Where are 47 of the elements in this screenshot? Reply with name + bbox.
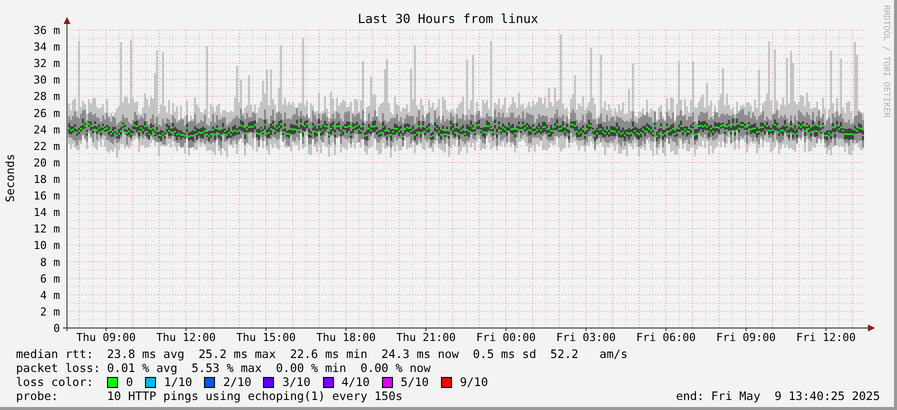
- legend-value: 10 HTTP pings using echoping(1) every 150s: [107, 389, 403, 403]
- y-tick-label: 14 m: [34, 206, 60, 220]
- x-tick-label: Fri 03:00: [556, 331, 616, 344]
- x-tick-label: Thu 12:00: [156, 331, 216, 344]
- x-tick-label: Thu 18:00: [316, 331, 376, 344]
- x-tick-label: Fri 00:00: [476, 331, 536, 344]
- chart-title: Last 30 Hours from linux: [358, 11, 538, 26]
- x-tick-label: Thu 09:00: [76, 331, 136, 344]
- y-tick-label: 12 m: [34, 222, 60, 236]
- legend-label: packet loss:: [16, 361, 102, 375]
- legend-value: 0.01 % avg 5.53 % max 0.00 % min 0.00 % now: [107, 361, 431, 375]
- swatch-label: 1/10: [164, 375, 192, 389]
- swatch-label: 0: [126, 375, 134, 389]
- x-tick-label: Fri 06:00: [636, 331, 696, 344]
- y-tick-label: 8 m: [40, 256, 60, 269]
- y-tick-label: 2 m: [40, 305, 60, 318]
- y-tick-label: 34 m: [34, 40, 60, 54]
- x-tick-label: Fri 12:00: [796, 331, 856, 344]
- swatch-label: 5/10: [400, 375, 429, 389]
- x-tick-label: Fri 09:00: [716, 331, 776, 344]
- credit-text: RRDTOOL / TOBI OETIKER: [881, 5, 891, 118]
- swatch-label: 4/10: [342, 375, 370, 389]
- y-tick-label: 18 m: [34, 173, 60, 186]
- end-time: end: Fri May 9 13:40:25 2025: [676, 389, 880, 403]
- y-tick-label: 20 m: [34, 156, 60, 170]
- y-tick-label: 4 m: [40, 288, 60, 302]
- y-tick-label: 30 m: [34, 74, 60, 87]
- legend-label: loss color:: [16, 375, 94, 389]
- y-tick-label: 32 m: [34, 57, 60, 70]
- swatch-label: 9/10: [460, 375, 488, 389]
- legend-value: 23.8 ms avg 25.2 ms max 22.6 ms min 24.3 ms now 0.5 ms sd 52.2 am/s: [107, 347, 628, 361]
- y-axis-label: Seconds: [3, 154, 17, 202]
- y-tick-label: 10 m: [34, 239, 60, 252]
- y-tick-label: 6 m: [40, 272, 60, 286]
- legend-label: median rtt:: [16, 347, 94, 361]
- y-tick-label: 22 m: [34, 140, 60, 153]
- x-tick-label: Thu 15:00: [236, 331, 296, 344]
- y-tick-label: 16 m: [34, 190, 60, 203]
- y-tick-label: 24 m: [34, 123, 60, 136]
- legend-label: probe:: [16, 389, 60, 403]
- y-tick-label: 36 m: [34, 24, 60, 37]
- y-tick-label: 0: [53, 322, 60, 335]
- swatch-label: 2/10: [223, 375, 252, 389]
- y-tick-label: 26 m: [34, 106, 60, 120]
- swatch-label: 3/10: [282, 375, 311, 389]
- x-tick-label: Thu 21:00: [396, 331, 456, 344]
- y-tick-label: 28 m: [34, 90, 60, 104]
